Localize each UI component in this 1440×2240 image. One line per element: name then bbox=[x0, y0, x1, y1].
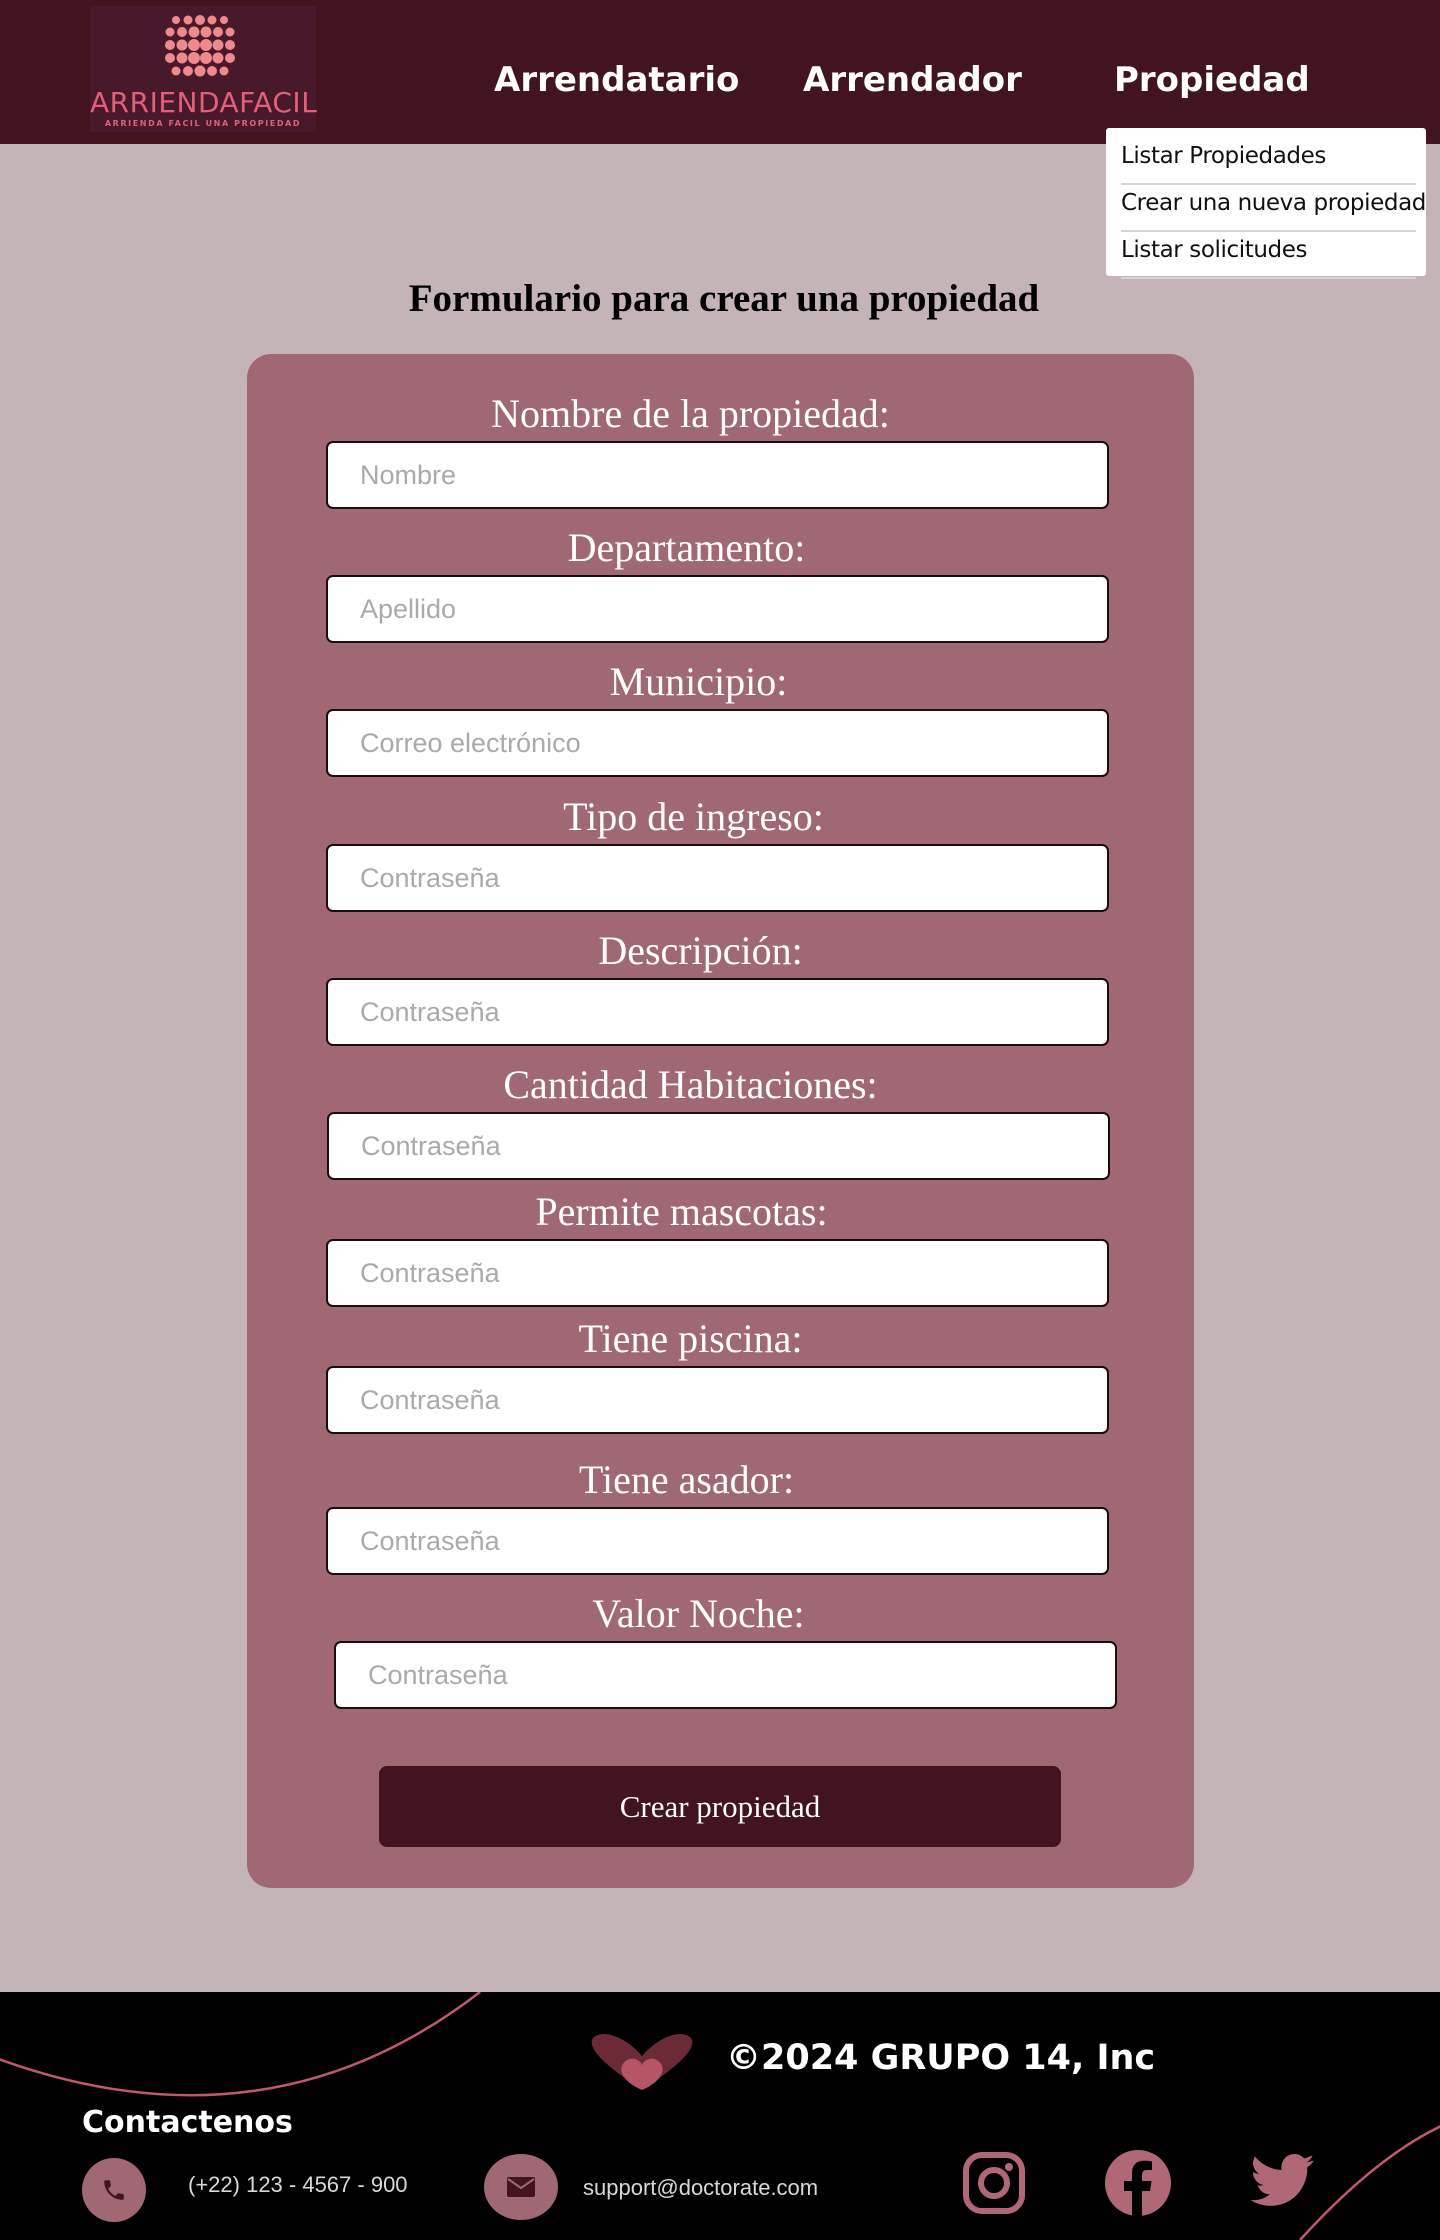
tipo-ingreso-input[interactable] bbox=[326, 844, 1109, 912]
phone-icon bbox=[82, 2158, 146, 2222]
label-departamento: Departamento: bbox=[567, 525, 806, 570]
label-tiene-piscina: Tiene piscina: bbox=[578, 1316, 803, 1361]
propiedad-dropdown-menu: Listar Propiedades Crear una nueva propi… bbox=[1106, 128, 1426, 279]
nav-propiedad[interactable]: Propiedad bbox=[1114, 60, 1310, 100]
facebook-icon[interactable] bbox=[1104, 2149, 1172, 2217]
logo-name: ARRIENDAFACIL bbox=[90, 86, 318, 119]
nombre-propiedad-input[interactable] bbox=[326, 441, 1109, 509]
site-header: ARRIENDAFACIL ARRIENDA FACIL UNA PROPIED… bbox=[0, 0, 1440, 144]
site-footer: ©2024 GRUPO 14, Inc Contactenos (+22) 12… bbox=[0, 1992, 1440, 2240]
support-email[interactable]: support@doctorate.com bbox=[583, 2175, 818, 2201]
tiene-asador-input[interactable] bbox=[326, 1507, 1109, 1575]
tiene-piscina-input[interactable] bbox=[326, 1366, 1109, 1434]
mail-icon bbox=[484, 2154, 558, 2220]
instagram-icon[interactable] bbox=[962, 2151, 1026, 2215]
departamento-input[interactable] bbox=[326, 575, 1109, 643]
copyright-text: ©2024 GRUPO 14, Inc bbox=[726, 2038, 1156, 2078]
menu-item-listar-propiedades[interactable]: Listar Propiedades bbox=[1121, 138, 1416, 185]
create-property-form: Nombre de la propiedad: Departamento: Mu… bbox=[247, 354, 1194, 1888]
descripcion-input[interactable] bbox=[326, 978, 1109, 1046]
contact-heading: Contactenos bbox=[82, 2105, 293, 2140]
logo-dots-icon bbox=[165, 15, 235, 77]
brand-heart-icon bbox=[591, 2034, 693, 2090]
label-tipo-ingreso: Tipo de ingreso: bbox=[563, 794, 824, 839]
label-valor-noche: Valor Noche: bbox=[592, 1591, 805, 1636]
label-tiene-asador: Tiene asador: bbox=[578, 1457, 795, 1502]
menu-item-crear-propiedad[interactable]: Crear una nueva propiedad bbox=[1121, 185, 1426, 232]
label-descripcion: Descripción: bbox=[598, 928, 803, 973]
crear-propiedad-button[interactable]: Crear propiedad bbox=[379, 1766, 1061, 1847]
brand-logo[interactable]: ARRIENDAFACIL ARRIENDA FACIL UNA PROPIED… bbox=[90, 6, 318, 132]
label-permite-mascotas: Permite mascotas: bbox=[535, 1189, 828, 1234]
page-title: Formulario para crear una propiedad bbox=[408, 277, 1040, 320]
menu-item-listar-solicitudes[interactable]: Listar solicitudes bbox=[1121, 232, 1416, 279]
phone-number: (+22) 123 - 4567 - 900 bbox=[188, 2172, 408, 2197]
nav-arrendatario[interactable]: Arrendatario bbox=[494, 60, 739, 100]
logo-tagline: ARRIENDA FACIL UNA PROPIEDAD bbox=[104, 119, 302, 128]
valor-noche-input[interactable] bbox=[334, 1641, 1117, 1709]
label-nombre-propiedad: Nombre de la propiedad: bbox=[491, 391, 890, 436]
municipio-input[interactable] bbox=[326, 709, 1109, 777]
permite-mascotas-input[interactable] bbox=[326, 1239, 1109, 1307]
nav-arrendador[interactable]: Arrendador bbox=[803, 60, 1022, 100]
label-municipio: Municipio: bbox=[609, 659, 788, 704]
label-cantidad-habitaciones: Cantidad Habitaciones: bbox=[503, 1062, 878, 1107]
twitter-icon[interactable] bbox=[1250, 2154, 1316, 2208]
cantidad-habitaciones-input[interactable] bbox=[327, 1112, 1110, 1180]
